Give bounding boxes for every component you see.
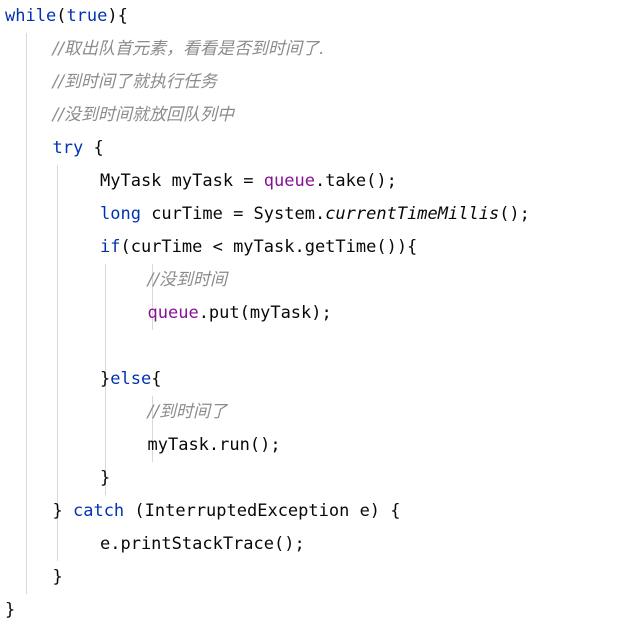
code-token-plain: .take(); [314,171,397,191]
code-line[interactable]: try { [0,132,636,165]
code-line[interactable]: e.printStackTrace(); [0,528,636,561]
code-line[interactable]: if(curTime < myTask.getTime()){ [0,231,636,264]
code-token-kw: if [100,237,121,257]
code-line[interactable] [0,330,636,363]
code-token-plain: e.printStackTrace(); [100,534,305,554]
code-token-fld: queue [147,303,199,323]
code-token-plain: } [100,468,111,488]
code-token-plain: ){ [107,6,128,26]
code-token-plain: MyTask myTask = [100,171,264,191]
code-token-kw: true [66,6,108,26]
code-token-plain: (curTime < myTask.getTime()){ [120,237,418,257]
code-token-kw: while [5,6,57,26]
code-token-plain: } [52,567,63,587]
code-line[interactable]: queue.put(myTask); [0,297,636,330]
code-token-plain: } [52,501,73,521]
code-token-plain: ( [56,6,67,26]
code-token-plain: { [83,138,104,158]
code-token-stat: currentTimeMillis [325,204,500,224]
code-token-kw: try [52,138,84,158]
code-token-plain: .put(myTask); [198,303,332,323]
code-line[interactable]: //到时间了 [0,396,636,429]
code-line[interactable]: //到时间了就执行任务 [0,66,636,99]
code-content[interactable]: while(true){ //取出队首元素，看看是否到时间了. //到时间了就执行任… [0,0,636,627]
code-line[interactable]: } catch (InterruptedException e) { [0,495,636,528]
code-line[interactable]: //没到时间就放回队列中 [0,99,636,132]
code-line[interactable]: //没到时间 [0,264,636,297]
code-token-cmt: //到时间了 [147,402,227,422]
code-line[interactable]: } [0,594,636,627]
code-token-kw: catch [72,501,125,521]
code-token-plain: curTime = System. [140,204,326,224]
code-token-cmt: //没到时间 [147,270,227,290]
code-token-kw: long [100,204,141,224]
code-token-kw: else [110,369,152,389]
code-token-fld: queue [263,171,315,191]
code-line[interactable]: myTask.run(); [0,429,636,462]
code-token-plain: (); [499,204,530,224]
code-line[interactable]: } [0,462,636,495]
code-line[interactable]: //取出队首元素，看看是否到时间了. [0,33,636,66]
code-token-plain: } [100,369,111,389]
code-line[interactable]: while(true){ [0,0,636,33]
code-token-plain: { [151,369,162,389]
code-line[interactable]: }else{ [0,363,636,396]
code-token-plain: (InterruptedException e) { [124,501,401,521]
code-line[interactable]: MyTask myTask = queue.take(); [0,165,636,198]
code-token-cmt: //没到时间就放回队列中 [52,105,234,125]
code-token-cmt: //取出队首元素，看看是否到时间了. [52,39,325,59]
code-line[interactable]: long curTime = System.currentTimeMillis(… [0,198,636,231]
code-token-plain: } [5,600,16,620]
code-line[interactable]: } [0,561,636,594]
code-token-plain: myTask.run(); [147,435,281,455]
code-editor[interactable]: while(true){ //取出队首元素，看看是否到时间了. //到时间了就执行任… [0,0,636,630]
code-token-cmt: //到时间了就执行任务 [52,72,217,92]
